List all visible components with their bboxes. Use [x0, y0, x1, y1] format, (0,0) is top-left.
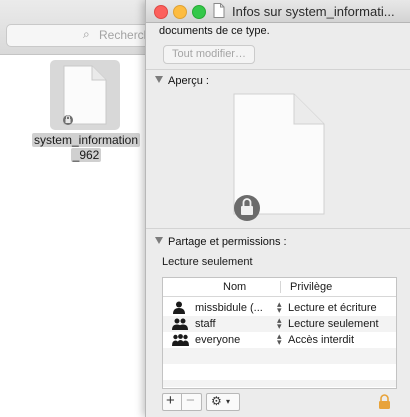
table-row[interactable]: everyone ▴ ▾ Accès interdit — [163, 332, 396, 348]
chevron-down-icon: ▾ — [226, 397, 231, 406]
add-remove-control: + − — [162, 392, 202, 411]
group-icon — [172, 318, 188, 330]
empty-row — [163, 348, 396, 364]
group-name: staff — [195, 318, 216, 330]
column-header-privilege[interactable]: Privilège — [290, 281, 332, 293]
button-separator — [181, 394, 182, 410]
table-row[interactable]: staff ▴ ▾ Lecture seulement — [163, 316, 396, 332]
search-icon: ⌕ — [83, 27, 90, 41]
modify-all-button[interactable]: Tout modifier… — [163, 45, 255, 64]
sharing-section-header[interactable]: Partage et permissions : — [155, 236, 287, 248]
table-row[interactable]: missbidule (... ▴ ▾ Lecture et écriture — [163, 300, 396, 316]
sharing-section-label: Partage et permissions : — [168, 236, 287, 248]
action-menu-button[interactable]: ⚙ ▾ — [206, 393, 240, 411]
minimize-button[interactable] — [173, 5, 187, 19]
stepper-icon[interactable]: ▴ ▾ — [277, 316, 282, 331]
document-icon — [63, 65, 107, 125]
title-bar[interactable]: Infos sur system_informati... — [146, 0, 410, 23]
gear-icon: ⚙ — [211, 394, 222, 408]
single-user-icon — [173, 301, 185, 314]
file-icon-selected[interactable] — [50, 60, 120, 130]
preview-section-label: Aperçu : — [168, 75, 209, 87]
info-window: Infos sur system_informati... documents … — [145, 0, 410, 417]
disclosure-triangle-icon — [155, 76, 163, 83]
window-title: Infos sur system_informati... — [232, 4, 395, 19]
description-text: documents de ce type. — [159, 25, 270, 37]
privilege-popup[interactable]: Lecture et écriture — [288, 302, 377, 314]
privilege-popup[interactable]: Accès interdit — [288, 334, 354, 346]
stepper-icon[interactable]: ▴ ▾ — [277, 332, 282, 347]
column-separator — [280, 281, 281, 293]
remove-button[interactable]: − — [186, 392, 195, 409]
zoom-button[interactable] — [192, 5, 206, 19]
privilege-popup[interactable]: Lecture seulement — [288, 318, 379, 330]
empty-row — [163, 380, 396, 387]
permissions-table[interactable]: Nom Privilège missbidule (... ▴ ▾ Lecture… — [162, 277, 397, 389]
everyone-icon — [172, 334, 189, 346]
lock-icon[interactable] — [378, 394, 391, 409]
stepper-icon[interactable]: ▴ ▾ — [277, 300, 282, 315]
finder-search-field[interactable]: ⌕ Recherche — [6, 24, 168, 47]
column-header-name[interactable]: Nom — [223, 281, 246, 293]
divider — [146, 69, 410, 70]
divider — [146, 228, 410, 229]
preview-section-header[interactable]: Aperçu : — [155, 75, 209, 87]
document-icon — [213, 3, 225, 18]
add-button[interactable]: + — [166, 392, 175, 409]
document-preview-icon — [233, 93, 325, 221]
user-name: missbidule (... — [195, 302, 263, 314]
table-header: Nom Privilège — [163, 278, 396, 297]
file-name-label[interactable]: system_information _962 — [28, 133, 144, 163]
file-name-line2: _962 — [70, 148, 102, 162]
access-status: Lecture seulement — [162, 256, 253, 268]
close-button[interactable] — [154, 5, 168, 19]
everyone-name: everyone — [195, 334, 241, 346]
file-name-line1: system_information — [31, 133, 141, 147]
disclosure-triangle-icon — [155, 237, 163, 244]
